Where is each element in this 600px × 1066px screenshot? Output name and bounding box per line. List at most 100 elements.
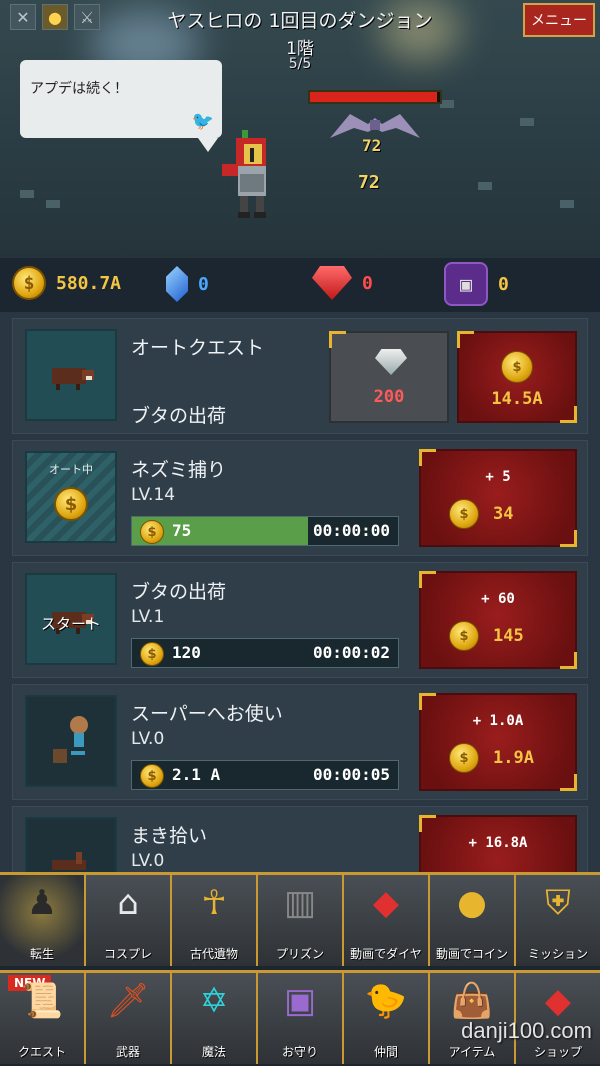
enemy-hp-fill — [310, 92, 438, 102]
menu-cosplay[interactable]: ⌂ コスプレ — [86, 875, 172, 966]
upgrade-cost: 1.9A — [493, 748, 534, 768]
quest-card: まき拾い LV.0 + 16.8A — [12, 806, 588, 872]
gold-value: 580.7A — [56, 272, 122, 294]
damage-number: 72 — [358, 172, 380, 193]
floor-tile — [478, 182, 492, 190]
coin-icon: $ — [12, 266, 46, 300]
auto-quest-coin-button[interactable]: $ 14.5A — [457, 331, 577, 423]
menu-button[interactable]: メニュー — [523, 3, 595, 37]
menu-missions[interactable]: ⛨ ミッション — [516, 875, 600, 966]
close-icon[interactable]: ✕ — [10, 4, 36, 30]
twitter-bird-icon[interactable]: 🐦 — [192, 111, 214, 132]
enemy-hp-bar — [308, 90, 442, 104]
menu-label: 仲間 — [373, 1045, 398, 1059]
menu-label: 魔法 — [201, 1045, 226, 1059]
coin-icon: $ — [140, 520, 164, 544]
chick-icon: 🐤 — [364, 981, 408, 1021]
secondary-menu: ♟ 転生 ⌂ コスプレ ☥ 古代遺物 ▥ プリズン ◆ 動画でダイヤ ● 動画で… — [0, 872, 600, 966]
quest-thumb[interactable]: スタート — [25, 573, 117, 665]
coin-icon: $ — [449, 499, 479, 529]
damage-number: 72 — [362, 136, 382, 155]
shield-icon: ⛨ — [545, 883, 571, 923]
coin-icon: $ — [449, 621, 479, 651]
quest-progress-bar: $ 75 00:00:00 — [131, 516, 399, 546]
boar-icon — [52, 368, 94, 390]
start-label[interactable]: スタート — [27, 613, 115, 634]
gold-counter: $ 580.7A — [12, 266, 121, 300]
auto-quest-card: オートクエスト ブタの出荷 200 $ 14.5A — [12, 318, 588, 434]
menu-relics[interactable]: ☥ 古代遺物 — [172, 875, 258, 966]
sword-icon[interactable]: ⚔ — [74, 4, 100, 30]
menu-prison[interactable]: ▥ プリズン — [258, 875, 344, 966]
quest-card: スタート ブタの出荷 LV.1 $ 120 00:00:02 + 60 $ 14… — [12, 562, 588, 678]
quest-progress-bar: $ 120 00:00:02 — [131, 638, 399, 668]
tab-quest[interactable]: NEW 📜 クエスト — [0, 973, 86, 1064]
upgrade-cost: 145 — [493, 626, 524, 646]
shopping-person-icon — [53, 716, 88, 763]
scroll-icon: 📜 — [20, 981, 64, 1021]
quest-income: 75 — [172, 521, 192, 540]
floor-tile — [46, 200, 60, 208]
quest-upgrade-button[interactable]: + 60 $ 145 — [419, 571, 577, 669]
red-gem-value: 0 — [362, 272, 373, 294]
menu-label: コスプレ — [103, 947, 152, 961]
quest-title: スーパーへお使い — [131, 703, 283, 725]
quest-thumb: オート中 $ — [25, 451, 117, 543]
quest-card: スーパーへお使い LV.0 $ 2.1 A 00:00:05 + 1.0A $ … — [12, 684, 588, 800]
menu-video-diamond[interactable]: ◆ 動画でダイヤ — [344, 875, 430, 966]
menu-rebirth[interactable]: ♟ 転生 — [0, 875, 86, 966]
floor-tile — [520, 118, 534, 126]
prison-cell-icon: ▥ — [283, 883, 317, 923]
coin-icon: $ — [501, 351, 533, 383]
quest-upgrade-button[interactable]: + 16.8A — [419, 815, 577, 872]
coin-icon: $ — [449, 743, 479, 773]
auto-quest-diamond-button[interactable]: 200 — [329, 331, 449, 423]
menu-label: 武器 — [115, 1045, 140, 1059]
tab-magic[interactable]: ✡ 魔法 — [172, 973, 258, 1064]
coin-cost: 14.5A — [491, 389, 543, 409]
quest-timer: 00:00:02 — [312, 643, 390, 662]
red-gem-icon — [312, 266, 352, 300]
blue-gem-value: 0 — [198, 273, 209, 295]
auto-running-label: オート中 — [49, 463, 93, 476]
blue-gem-icon — [166, 266, 188, 302]
video-diamond-icon: ◆ — [372, 883, 400, 923]
tab-charms[interactable]: ▣ お守り — [258, 973, 344, 1064]
red-gem-counter: 0 — [312, 266, 373, 300]
coin-icon: $ — [140, 764, 164, 788]
menu-label: ショップ — [533, 1045, 582, 1059]
tab-companions[interactable]: 🐤 仲間 — [344, 973, 430, 1064]
speech-bubble[interactable]: アプデは続く！ 🐦 — [20, 60, 222, 152]
quest-thumb — [25, 695, 117, 787]
tab-weapons[interactable]: 🗡 武器 — [86, 973, 172, 1064]
menu-label: 動画でダイヤ — [350, 947, 422, 961]
coin-boost-icon[interactable]: ● — [42, 4, 68, 30]
dungeon-title: ヤスヒロの 1回目のダンジョン — [167, 10, 433, 32]
currency-bar: $ 580.7A 0 0 ▣ 0 — [0, 258, 600, 312]
magic-circle-icon: ✡ — [199, 981, 229, 1021]
floor-tile — [20, 190, 34, 198]
quest-title: まき拾い — [131, 825, 208, 847]
upgrade-increment: + 60 — [481, 591, 515, 607]
floor-tile — [560, 200, 574, 208]
quest-upgrade-button[interactable]: + 5 $ 34 — [419, 449, 577, 547]
menu-label: お守り — [281, 1045, 318, 1059]
quest-progress-bar: $ 2.1 A 00:00:05 — [131, 760, 399, 790]
speech-text: アプデは続く！ — [30, 81, 128, 97]
quest-upgrade-button[interactable]: + 1.0A $ 1.9A — [419, 693, 577, 791]
bag-icon: 👜 — [450, 981, 494, 1021]
diamond-cost: 200 — [373, 387, 405, 407]
menu-video-coin[interactable]: ● 動画でコイン — [430, 875, 516, 966]
menu-label: プリズン — [275, 947, 324, 961]
quest-level: LV.1 — [131, 607, 165, 627]
ticket-value: 0 — [498, 273, 509, 295]
quest-list[interactable]: オートクエスト ブタの出荷 200 $ 14.5A オート中 $ ネズミ捕り L… — [0, 312, 600, 872]
hanger-icon: ⌂ — [117, 883, 139, 923]
stage-progress: 5/5 — [288, 56, 312, 72]
floor-tile — [440, 100, 454, 108]
video-coin-icon: ● — [457, 883, 487, 923]
statue-icon: ♟ — [26, 883, 58, 923]
diamond-icon — [375, 349, 407, 375]
quest-level: LV.14 — [131, 485, 176, 505]
menu-label: 動画でコイン — [435, 947, 508, 961]
